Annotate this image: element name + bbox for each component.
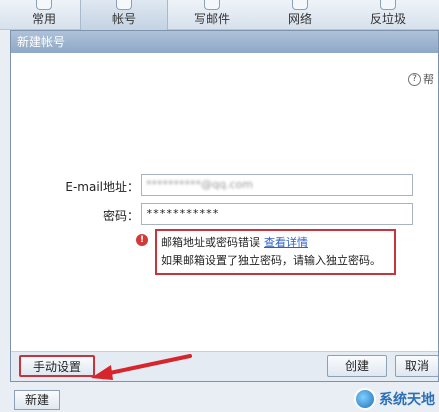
help-link[interactable]: ? 帮 [408,71,434,87]
network-icon [292,0,308,10]
tab-label: 写邮件 [193,12,230,26]
error-hint: 如果邮箱设置了独立密码，请输入独立密码。 [161,254,381,267]
email-value: **********@qq.com [146,178,253,191]
manual-setup-button[interactable]: 手动设置 [19,355,95,377]
tab-label: 反垃圾 [369,12,406,26]
watermark-text: 系统天地 [379,392,435,408]
tab-compose[interactable]: 写邮件 [168,0,256,30]
top-tab-bar: 常用 帐号 写邮件 网络 反垃圾 [0,0,439,30]
tab-label: 网络 [287,12,312,26]
new-account-dialog: 新建帐号 ? 帮 E-mail地址： **********@qq.com 密码：… [10,30,439,382]
help-icon: ? [408,72,421,86]
error-message-box: 邮箱地址或密码错误 查看详情 如果邮箱设置了独立密码，请输入独立密码。 [155,229,396,275]
shield-icon [380,0,396,10]
home-icon [36,0,52,10]
cancel-button[interactable]: 取消 [395,355,439,377]
email-field[interactable]: **********@qq.com [141,174,413,196]
tab-account[interactable]: 帐号 [80,0,168,30]
help-label: 帮 [423,73,434,86]
tab-network[interactable]: 网络 [256,0,344,30]
dialog-title: 新建帐号 [11,31,438,53]
tab-label: 常用 [31,12,56,26]
annotation-arrow [91,354,192,380]
new-button[interactable]: 新建 [14,390,60,410]
watermark-logo-icon [354,388,376,410]
tab-antispam[interactable]: 反垃圾 [344,0,432,30]
tab-common[interactable]: 常用 [0,0,88,30]
view-details-link[interactable]: 查看详情 [264,236,308,249]
create-button[interactable]: 创建 [327,355,387,377]
dialog-button-bar: 手动设置 创建 取消 [11,351,439,381]
account-icon [116,0,132,10]
error-text: 邮箱地址或密码错误 [161,236,260,249]
watermark: 系统天地 [354,388,435,410]
error-icon: ! [136,234,148,246]
password-field[interactable]: *********** [141,203,413,225]
tab-label: 帐号 [111,12,136,26]
compose-icon [204,0,220,10]
password-label: 密码： [102,209,139,223]
email-label: E-mail地址： [65,180,139,194]
